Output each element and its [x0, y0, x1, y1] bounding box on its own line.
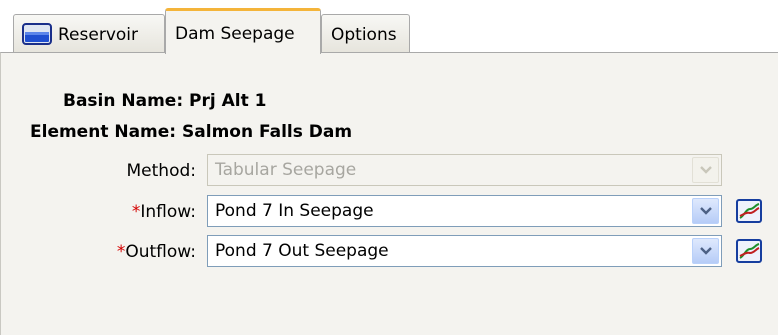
outflow-label: *Outflow:: [117, 242, 196, 262]
chevron-down-icon: [699, 166, 712, 174]
tab-strip: Reservoir Dam Seepage Options: [0, 0, 778, 54]
outflow-dropdown[interactable]: Pond 7 Out Seepage: [207, 235, 722, 267]
outflow-value: Pond 7 Out Seepage: [215, 241, 389, 261]
method-dropdown-button: [692, 157, 719, 183]
basin-name-label: Basin Name: Prj Alt 1: [63, 91, 267, 111]
inflow-dropdown-button[interactable]: [692, 198, 719, 224]
outflow-label-text: Outflow:: [125, 242, 196, 262]
tab-reservoir-label: Reservoir: [58, 25, 138, 45]
graph-icon: [736, 199, 762, 223]
outflow-dropdown-button[interactable]: [692, 238, 719, 264]
method-label: Method:: [126, 161, 197, 181]
tab-dam-seepage-label: Dam Seepage: [175, 23, 295, 44]
tab-options[interactable]: Options: [321, 14, 410, 53]
element-name-label: Element Name: Salmon Falls Dam: [30, 122, 353, 142]
tab-dam-seepage[interactable]: Dam Seepage: [165, 8, 321, 54]
tab-options-label: Options: [331, 25, 397, 45]
method-value: Tabular Seepage: [215, 160, 357, 180]
inflow-label: *Inflow:: [132, 202, 196, 222]
inflow-dropdown[interactable]: Pond 7 In Seepage: [207, 195, 722, 227]
inflow-graph-button[interactable]: [733, 197, 765, 225]
dam-seepage-panel: Basin Name: Prj Alt 1 Element Name: Salm…: [0, 52, 778, 335]
chevron-down-icon: [699, 207, 712, 215]
method-dropdown: Tabular Seepage: [207, 154, 722, 186]
chevron-down-icon: [699, 247, 712, 255]
outflow-graph-button[interactable]: [733, 237, 765, 265]
graph-icon: [736, 239, 762, 263]
inflow-label-text: Inflow:: [140, 202, 196, 222]
reservoir-icon: [22, 23, 52, 45]
tab-reservoir[interactable]: Reservoir: [13, 14, 165, 53]
inflow-value: Pond 7 In Seepage: [215, 201, 374, 221]
